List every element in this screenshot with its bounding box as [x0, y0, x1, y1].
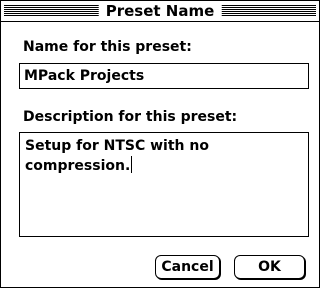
description-label: Description for this preset: — [23, 109, 238, 125]
preset-name-dialog: Preset Name Name for this preset: MPack … — [0, 0, 320, 288]
window-title: Preset Name — [98, 3, 222, 20]
title-bar-edge-left — [1, 3, 4, 19]
preset-name-input[interactable]: MPack Projects — [19, 63, 309, 89]
preset-description-textarea[interactable]: Setup for NTSC with no compression. — [19, 132, 309, 237]
title-bar-edge-right — [316, 3, 319, 19]
title-bar[interactable]: Preset Name — [1, 1, 319, 22]
ok-button[interactable]: OK — [234, 255, 305, 279]
description-text: Setup for NTSC with no compression. — [25, 138, 209, 174]
cancel-button[interactable]: Cancel — [155, 255, 220, 279]
name-label: Name for this preset: — [23, 39, 192, 55]
text-cursor — [131, 156, 133, 173]
